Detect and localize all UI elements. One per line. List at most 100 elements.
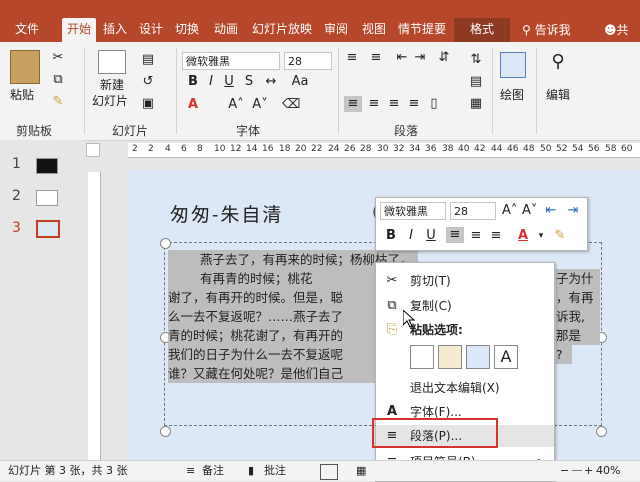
slide-title[interactable]: 匆匆-朱自清 xyxy=(170,200,283,227)
ruler-tick-label: 56 xyxy=(588,144,600,154)
notes-button[interactable]: 备注 xyxy=(202,461,224,481)
shapes-icon xyxy=(500,52,526,78)
columns-icon[interactable]: ▯ xyxy=(426,96,442,112)
tab-file[interactable]: 文件 xyxy=(6,18,48,42)
italic-icon[interactable]: I xyxy=(204,74,218,90)
tab-transitions[interactable]: 切换 xyxy=(170,18,204,42)
spacing-icon[interactable]: ↔ xyxy=(262,74,280,90)
align-center-icon[interactable]: ≡ xyxy=(468,228,484,244)
paste-picture-icon[interactable] xyxy=(466,345,490,369)
format-painter-icon[interactable]: ✎ xyxy=(552,228,568,244)
font-name-select[interactable]: 微软雅黑 xyxy=(182,52,280,70)
decrease-indent-icon[interactable]: ⇤ xyxy=(542,203,560,219)
italic-icon[interactable]: I xyxy=(404,228,418,244)
tab-review[interactable]: 审阅 xyxy=(318,18,354,42)
cut-icon[interactable]: ✂ xyxy=(50,50,66,66)
chevron-down-icon[interactable]: ▾ xyxy=(536,228,546,244)
editing-button[interactable]: 编辑 xyxy=(546,86,570,103)
context-menu: ✂ 剪切(T) ⧉ 复制(C) ⎘ 粘贴选项: A 退出文本编辑(X) A 字体… xyxy=(372,262,555,482)
case-icon[interactable]: Aa xyxy=(290,74,310,90)
tab-design[interactable]: 设计 xyxy=(134,18,168,42)
slide-thumbnail-selected[interactable] xyxy=(36,220,60,238)
menu-item-exit-edit[interactable]: 退出文本编辑(X) xyxy=(376,377,554,399)
paste-icon xyxy=(10,50,40,84)
font-size-select[interactable]: 28 xyxy=(284,52,332,70)
underline-icon[interactable]: U xyxy=(222,74,236,90)
divider xyxy=(176,48,177,134)
align-left-icon[interactable]: ≡ xyxy=(446,227,464,243)
section-icon[interactable]: ▣ xyxy=(140,96,156,112)
tab-storyboard[interactable]: 情节提要 xyxy=(394,18,450,42)
underline-icon[interactable]: U xyxy=(424,228,438,244)
copy-icon[interactable]: ⧉ xyxy=(50,72,66,88)
resize-handle[interactable] xyxy=(160,426,171,437)
clear-format-icon[interactable]: ⌫ xyxy=(282,97,300,113)
mini-toolbar: 微软雅黑 28 A˄ A˅ ⇤ ⇥ B I U ≡ ≡ ≡ A ▾ ✎ xyxy=(375,197,588,251)
resize-handle[interactable] xyxy=(596,426,607,437)
ruler-tick-label: 24 xyxy=(328,144,340,154)
paste-button[interactable]: 粘贴 xyxy=(10,86,34,103)
sorter-view-icon[interactable]: ▦ xyxy=(356,461,366,481)
layout-icon[interactable]: ▤ xyxy=(140,52,156,68)
tab-format[interactable]: 格式 xyxy=(454,18,510,42)
new-slide-label-2[interactable]: 幻灯片 xyxy=(92,92,128,109)
divider xyxy=(536,48,537,134)
mini-font-select[interactable]: 微软雅黑 xyxy=(380,202,446,220)
zoom-level[interactable]: 40% xyxy=(596,461,620,481)
smartart-icon[interactable]: ▦ xyxy=(468,96,484,112)
ruler-tick-label: 2 xyxy=(132,144,138,154)
decrease-indent-icon[interactable]: ⇤ xyxy=(394,50,410,66)
comments-button[interactable]: 批注 xyxy=(264,461,286,481)
shrink-font-icon[interactable]: A˅ xyxy=(252,97,268,113)
zoom-slider[interactable] xyxy=(572,470,582,471)
vertical-ruler[interactable] xyxy=(88,172,101,460)
slide-number: 3 xyxy=(12,220,21,236)
align-right-icon[interactable]: ≡ xyxy=(488,228,504,244)
line-spacing-icon[interactable]: ⇵ xyxy=(436,50,452,66)
align-center-icon[interactable]: ≡ xyxy=(366,96,382,112)
format-painter-icon[interactable]: ✎ xyxy=(50,94,66,110)
slide-thumbnail[interactable] xyxy=(36,158,58,174)
tab-stop-selector[interactable] xyxy=(86,143,100,157)
tab-home[interactable]: 开始 xyxy=(62,18,96,42)
tell-me-box[interactable]: ⚲ 告诉我 xyxy=(522,18,571,42)
bold-icon[interactable]: B xyxy=(186,74,200,90)
shadow-icon[interactable]: S xyxy=(242,74,256,90)
slide-thumbnail[interactable] xyxy=(36,190,58,206)
share-button[interactable]: ☻共享 xyxy=(604,18,640,61)
bold-icon[interactable]: B xyxy=(384,228,398,244)
slide-number: 2 xyxy=(12,188,21,204)
shrink-font-icon[interactable]: A˅ xyxy=(522,203,537,219)
tab-slideshow[interactable]: 幻灯片放映 xyxy=(248,18,316,42)
align-text-icon[interactable]: ▤ xyxy=(468,74,484,90)
numbering-icon[interactable]: ≡ xyxy=(368,50,384,66)
align-left-icon[interactable]: ≡ xyxy=(344,96,362,112)
grow-font-icon[interactable]: A˄ xyxy=(228,97,244,113)
zoom-out-icon[interactable]: − xyxy=(560,461,569,481)
align-right-icon[interactable]: ≡ xyxy=(386,96,402,112)
font-color-icon[interactable]: A xyxy=(516,228,530,244)
drawing-button[interactable]: 绘图 xyxy=(500,86,524,103)
ruler-tick-label: 18 xyxy=(279,144,291,154)
grow-font-icon[interactable]: A˄ xyxy=(502,203,517,219)
zoom-in-icon[interactable]: + xyxy=(584,461,593,481)
normal-view-icon[interactable] xyxy=(320,464,338,480)
paste-text-only-icon[interactable]: A xyxy=(494,345,518,369)
bullets-icon[interactable]: ≡ xyxy=(344,50,360,66)
tab-animations[interactable]: 动画 xyxy=(206,18,246,42)
justify-icon[interactable]: ≡ xyxy=(406,96,422,112)
resize-handle[interactable] xyxy=(160,238,171,249)
tab-view[interactable]: 视图 xyxy=(356,18,392,42)
reset-icon[interactable]: ↺ xyxy=(140,74,156,90)
tab-insert[interactable]: 插入 xyxy=(98,18,132,42)
new-slide-label-1[interactable]: 新建 xyxy=(100,76,124,93)
text-direction-icon[interactable]: ⇅ xyxy=(468,52,484,68)
increase-indent-icon[interactable]: ⇥ xyxy=(564,203,582,219)
font-color-icon[interactable]: A xyxy=(186,97,200,113)
horizontal-ruler[interactable]: 2 2 4 6 8 10 12 14 16 18 20 22 24 26 28 30 32 34 36 38 40 42 4… xyxy=(128,143,640,158)
mini-size-select[interactable]: 28 xyxy=(450,202,496,220)
menu-item-cut[interactable]: ✂ 剪切(T) xyxy=(376,270,554,292)
paste-keep-source-icon[interactable] xyxy=(410,345,434,369)
increase-indent-icon[interactable]: ⇥ xyxy=(412,50,428,66)
paste-destination-icon[interactable] xyxy=(438,345,462,369)
